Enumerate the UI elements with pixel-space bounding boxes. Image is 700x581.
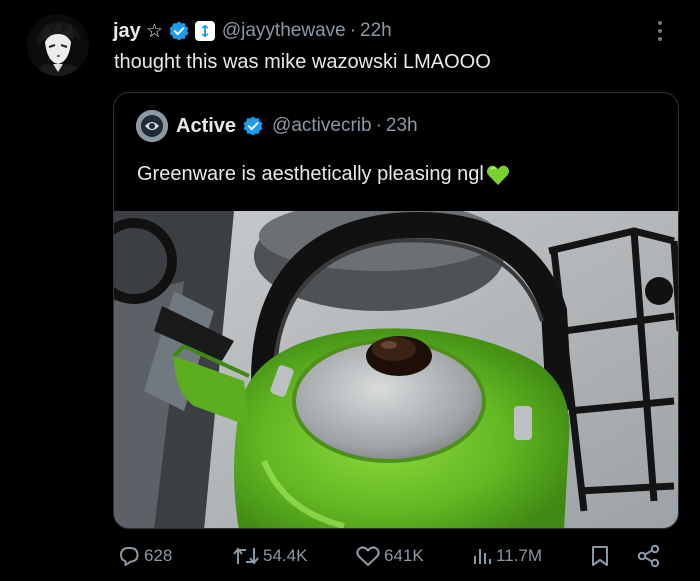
quoted-text-row: Greenware is aesthetically pleasing ngl [137,163,510,186]
quoted-author-name[interactable]: Active [176,115,236,138]
verified-badge-icon [168,20,190,42]
tweet: jay ☆ @jayythewave · 22h thought this wa… [0,0,700,581]
views-icon [474,549,491,564]
reply-button[interactable]: 628 [117,540,172,572]
affiliate-badge-icon[interactable] [194,21,215,41]
views-count: 11.7M [496,546,542,565]
author-name[interactable]: jay [113,20,141,43]
retweet-icon [233,547,259,565]
more-icon[interactable] [652,18,668,44]
green-heart-icon [486,164,510,186]
like-button[interactable]: 641K [355,540,424,572]
author-handle[interactable]: @jayythewave [222,20,346,42]
views-button[interactable]: 11.7M [471,540,542,572]
tweet-time[interactable]: 22h [360,20,392,42]
reply-count: 628 [144,546,173,565]
quoted-text: Greenware is aesthetically pleasing ngl [137,163,484,185]
quoted-author-handle[interactable]: @activecrib [272,115,372,137]
quoted-media-image[interactable] [114,211,678,528]
retweet-button[interactable]: 54.4K [232,540,307,572]
reply-icon [120,547,139,566]
quoted-tweet[interactable]: Active @activecrib · 23h Greenware is ae… [113,92,679,529]
like-count: 641K [384,546,424,565]
like-icon [356,546,380,566]
verified-badge-icon [242,115,264,137]
bookmark-icon [592,546,608,566]
avatar[interactable] [27,14,89,76]
quoted-separator: · [375,115,382,136]
share-button[interactable] [636,540,662,572]
quoted-header: Active @activecrib · 23h [136,110,418,142]
bookmark-button[interactable] [589,540,611,572]
tweet-text: thought this was mike wazowski LMAOOO [114,51,491,73]
retweet-count: 54.4K [263,546,308,565]
action-bar: 628 54.4K 641K 11.7M [114,540,670,572]
tweet-header: jay ☆ @jayythewave · 22h [113,17,392,45]
share-icon [637,544,660,568]
header-separator: · [349,20,357,41]
quoted-avatar[interactable] [136,110,168,142]
star-icon: ☆ [145,20,163,42]
quoted-time[interactable]: 23h [386,115,418,137]
